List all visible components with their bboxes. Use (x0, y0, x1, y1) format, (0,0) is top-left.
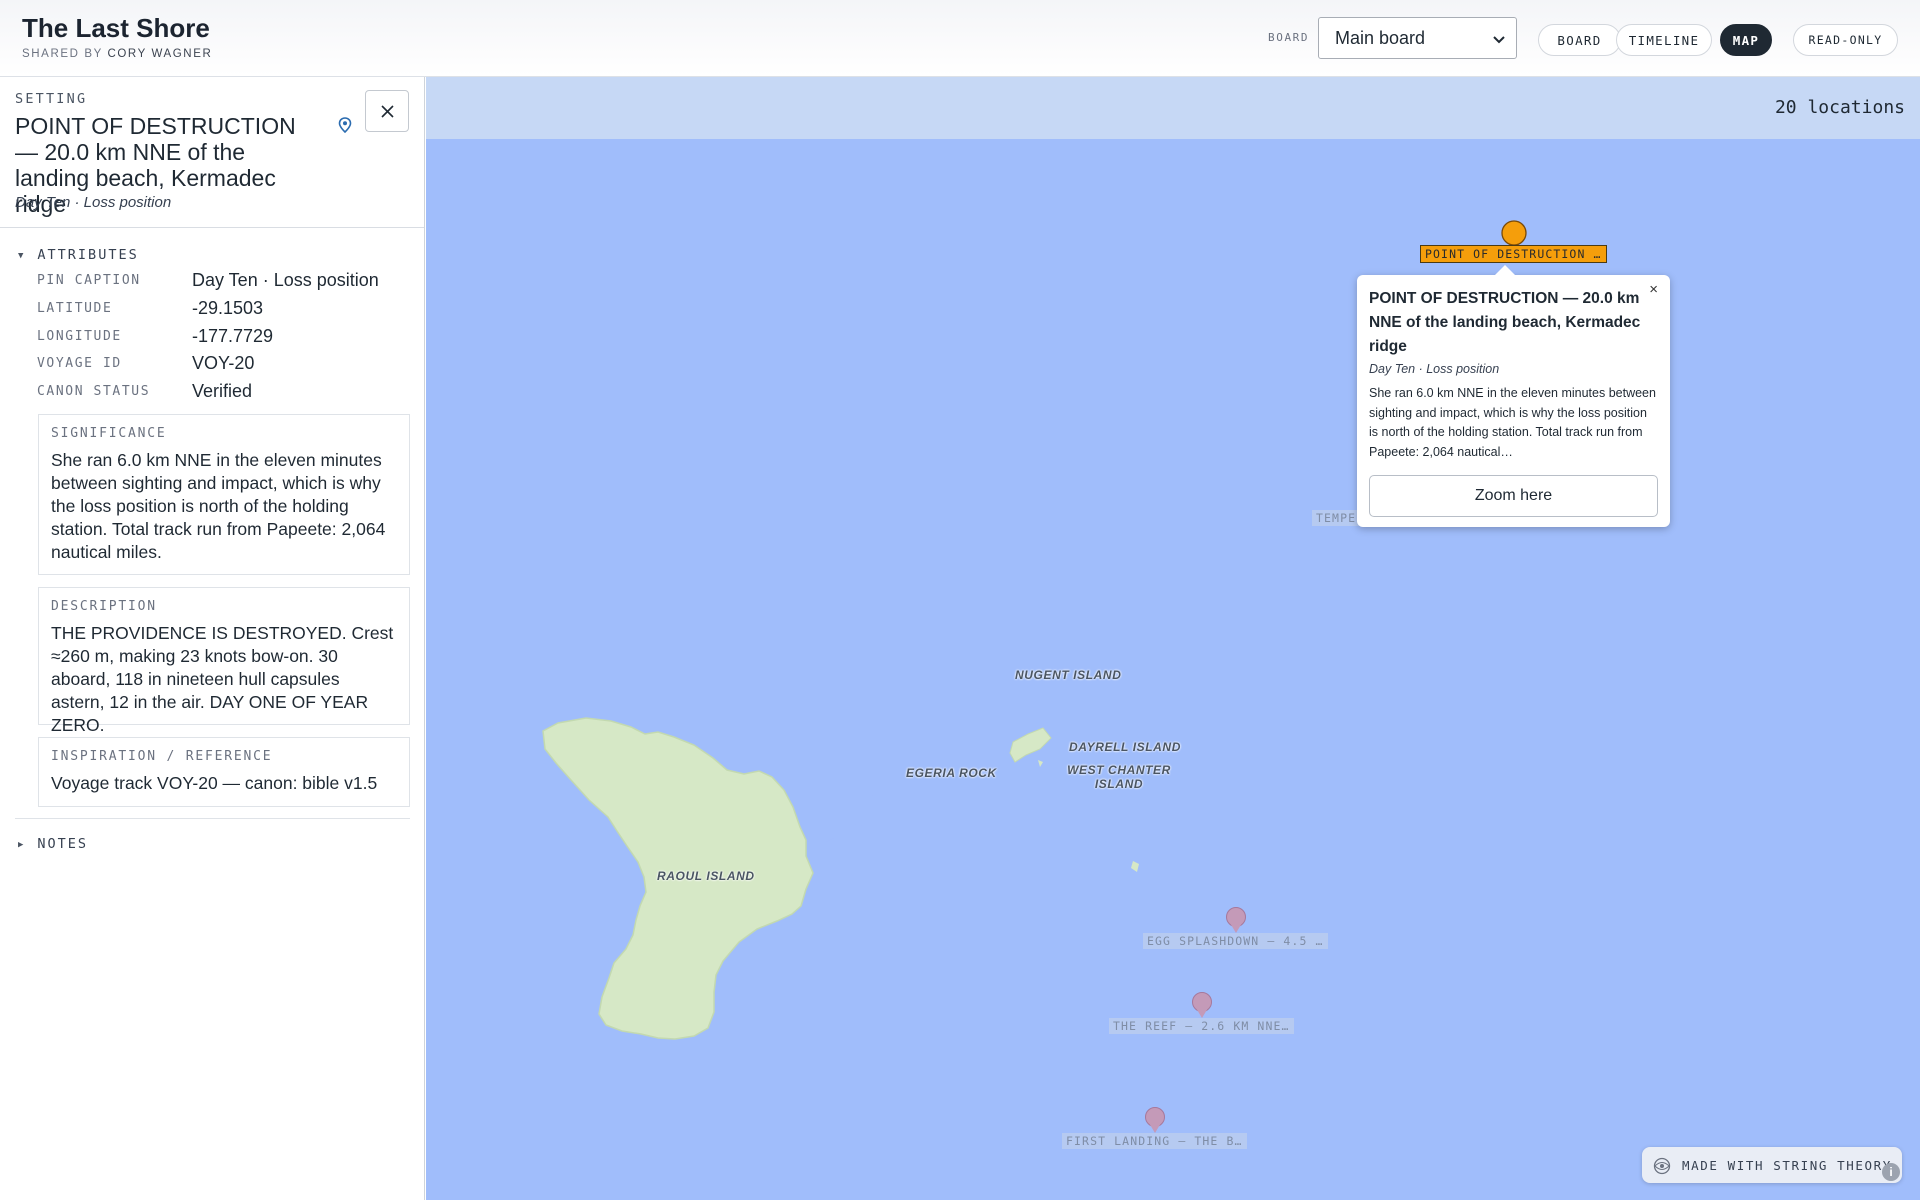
panel-kicker: SETTING (15, 91, 88, 107)
card-label: INSPIRATION / REFERENCE (51, 749, 273, 764)
place-label-raoul: RAOUL ISLAND (657, 869, 755, 883)
pin-egg-splashdown[interactable] (1226, 907, 1246, 934)
islet (1038, 760, 1043, 767)
place-label-west-chanter: WEST CHANTER ISLAND (1067, 763, 1171, 791)
zoom-here-button[interactable]: Zoom here (1369, 475, 1658, 517)
attr-value: VOY-20 (192, 353, 255, 373)
card-body: She ran 6.0 km NNE in the eleven minutes… (51, 450, 386, 562)
popup-arrow (1495, 265, 1515, 275)
location-count: 20 locations (1774, 97, 1905, 118)
info-icon[interactable]: i (1882, 1163, 1900, 1181)
attributes-label: ATTRIBUTES (37, 247, 139, 263)
shared-by-prefix: SHARED BY (22, 48, 103, 60)
place-label-dayrell: DAYRELL ISLAND (1069, 740, 1181, 754)
popup-caption: Day Ten · Loss position (1369, 362, 1500, 376)
place-label-nugent: NUGENT ISLAND (1015, 668, 1122, 682)
close-icon (381, 105, 394, 118)
map-toolbar: 20 locations (426, 77, 1920, 139)
crater-lake (832, 791, 882, 826)
triangle-down-icon: ▼ (18, 251, 26, 261)
attr-key: LATITUDE (37, 301, 113, 316)
pin-label-tempe[interactable]: TEMPE (1312, 510, 1361, 526)
reference-card: INSPIRATION / REFERENCE Voyage track VOY… (38, 737, 410, 807)
made-with-badge[interactable]: MADE WITH STRING THEORY (1642, 1147, 1902, 1183)
app-title: The Last Shore (22, 13, 210, 43)
board-label: BOARD (1268, 31, 1310, 44)
pin-the-reef[interactable] (1192, 992, 1212, 1019)
description-card: DESCRIPTION THE PROVIDENCE IS DESTROYED.… (38, 587, 410, 735)
popup-body: She ran 6.0 km NNE in the eleven minutes… (1369, 386, 1656, 459)
tab-board[interactable]: BOARD (1538, 24, 1621, 56)
app-header: The Last Shore SHARED BY CORY WAGNER BOA… (0, 0, 1920, 77)
triangle-right-icon: ▶ (18, 840, 26, 850)
pin-label-egg-splashdown[interactable]: EGG SPLASHDOWN — 4.5 … (1143, 933, 1328, 949)
pin-label-first-landing[interactable]: FIRST LANDING — THE B… (1062, 1133, 1247, 1149)
read-only-badge: READ-ONLY (1793, 24, 1898, 56)
small-lake (826, 838, 840, 853)
pin-first-landing[interactable] (1145, 1107, 1165, 1134)
divider (15, 818, 410, 819)
chevron-down-icon (1492, 30, 1506, 51)
attr-key: PIN CAPTION (37, 273, 141, 288)
pin-active[interactable] (1501, 220, 1527, 247)
popup-close-button[interactable]: × (1649, 281, 1658, 298)
location-popup: × POINT OF DESTRUCTION — 20.0 km NNE of … (1357, 265, 1670, 527)
attr-value: Verified (192, 381, 253, 401)
map-pin-icon[interactable] (338, 117, 352, 138)
pin-label-the-reef[interactable]: THE REEF — 2.6 KM NNE… (1109, 1018, 1294, 1034)
attributes-toggle[interactable]: ▼ ATTRIBUTES (18, 247, 139, 263)
notes-label: NOTES (37, 836, 89, 852)
panel-caption: Day Ten · Loss position (15, 194, 172, 211)
close-panel-button[interactable] (365, 90, 409, 132)
attr-value: -177.7729 (192, 326, 274, 346)
attr-value: -29.1503 (192, 298, 264, 318)
islet (1131, 861, 1139, 872)
card-body: Voyage track VOY-20 — canon: bible v1.5 (51, 773, 378, 793)
card-label: DESCRIPTION (51, 599, 157, 614)
made-with-text: MADE WITH STRING THEORY (1682, 1158, 1892, 1173)
notes-toggle[interactable]: ▶ NOTES (18, 836, 88, 852)
divider (0, 227, 424, 228)
significance-card: SIGNIFICANCE She ran 6.0 km NNE in the e… (38, 414, 410, 575)
card-label: SIGNIFICANCE (51, 426, 167, 441)
board-select-value: Main board (1335, 28, 1426, 48)
attr-key: VOYAGE ID (37, 356, 122, 371)
detail-panel: SETTING POINT OF DESTRUCTION — 20.0 km N… (0, 77, 425, 1200)
shared-by-name: CORY WAGNER (107, 48, 213, 60)
card-body: THE PROVIDENCE IS DESTROYED. Crest ≈260 … (51, 623, 394, 735)
attr-key: CANON STATUS (37, 384, 151, 399)
attr-key: LONGITUDE (37, 329, 122, 344)
islet (1009, 727, 1052, 763)
popup-title: POINT OF DESTRUCTION — 20.0 km NNE of th… (1369, 290, 1641, 355)
tab-map[interactable]: MAP (1720, 24, 1772, 56)
attr-value: Day Ten · Loss position (192, 270, 379, 290)
map-view[interactable]: 20 locations RAOUL ISLAND NUGENT ISLAND … (426, 77, 1920, 1200)
pin-label-destruction[interactable]: POINT OF DESTRUCTION … (1420, 245, 1607, 263)
tab-timeline[interactable]: TIMELINE (1616, 24, 1712, 56)
shared-by-line: SHARED BY CORY WAGNER (22, 48, 212, 60)
string-theory-logo-icon (1653, 1157, 1671, 1175)
place-label-egeria: EGERIA ROCK (906, 766, 997, 780)
board-select[interactable]: Main board (1318, 17, 1517, 59)
